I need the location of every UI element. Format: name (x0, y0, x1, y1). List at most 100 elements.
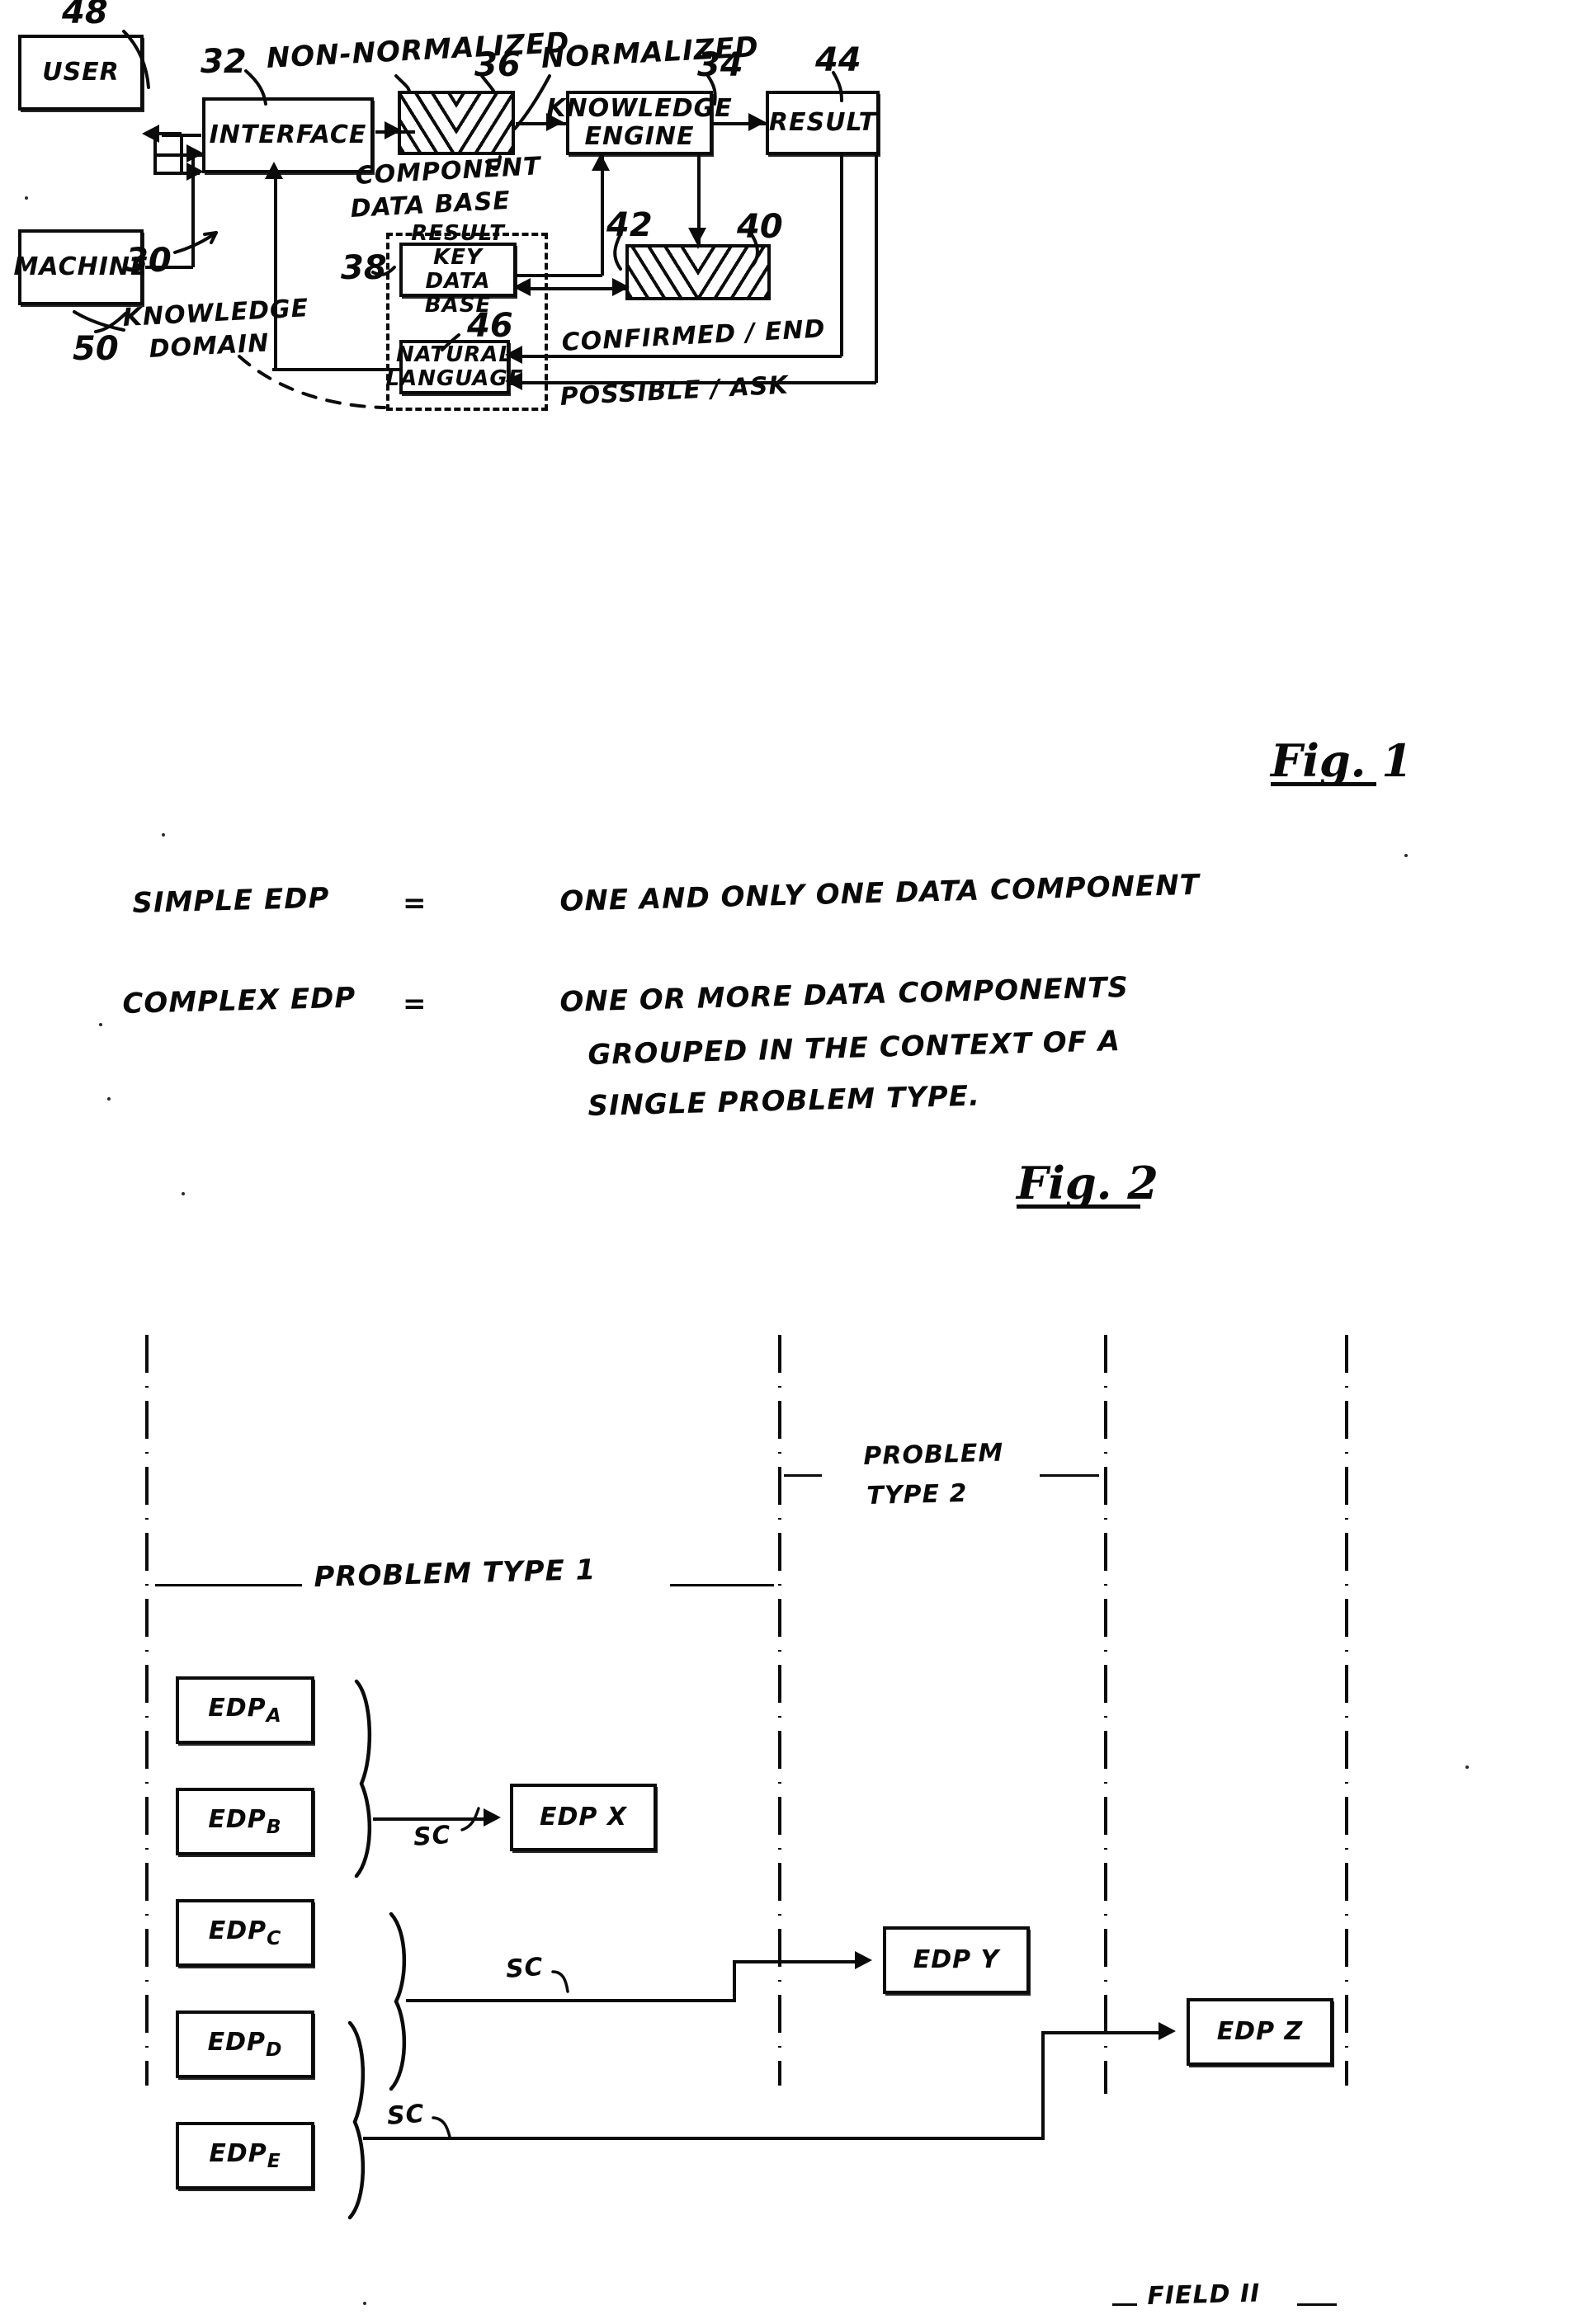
problemtype2-rule-left-seg (784, 1474, 822, 1477)
box-edp-b: EDPB (176, 1788, 314, 1855)
result-database-hatched (625, 244, 771, 300)
box-edp-a-base: EDP (208, 1693, 267, 1723)
transform-2-line-v (733, 1960, 736, 2001)
box-edp-y-sub: Y (980, 1945, 1000, 1975)
box-edp-b-sub: B (266, 1814, 282, 1838)
transform-3-line-h1 (363, 2137, 1045, 2140)
box-result-key-database-label-line1: RESULT KEY (411, 220, 505, 270)
box-edp-x-base: EDP (540, 1803, 598, 1832)
field2-rule-left (1112, 2303, 1137, 2306)
box-interface: INTERFACE (202, 97, 374, 173)
ref-numeral-50: 50 (73, 330, 119, 368)
patent-drawing-sheet: USER 48 MACHINE 50 INTERFACE 32 NON-NORM… (0, 0, 1595, 2324)
problem-type-2-label-line1: PROBLEM (862, 1438, 1004, 1471)
ref-numeral-40: 40 (737, 208, 783, 246)
box-edp-x-label: EDP X (540, 1803, 627, 1831)
definition-2-equals: = (403, 988, 427, 1021)
transform-2-line-h2 (733, 1960, 865, 1963)
connector-machine-out (145, 266, 193, 269)
arrowhead-user-to-interface (186, 163, 204, 181)
label-non-normalized: NON-NORMALIZED (265, 26, 571, 75)
box-edp-a-label: EDPA (208, 1695, 282, 1726)
ref-numeral-30: 30 (125, 242, 172, 280)
ref-numeral-44: 44 (815, 41, 861, 79)
box-edp-z-base: EDP (1216, 2017, 1276, 2047)
leader-50 (73, 310, 125, 332)
transform-3-line-v (1041, 2031, 1045, 2140)
figure-1-caption: Fig. 1 (1271, 734, 1413, 787)
ref-numeral-48: 48 (62, 0, 108, 31)
figure-2-caption: Fig. 2 (1017, 1157, 1158, 1209)
box-edp-y-label: EDP Y (913, 1946, 1000, 1974)
ref-numeral-42: 42 (606, 206, 653, 244)
box-edp-d-base: EDP (207, 2027, 266, 2057)
arrowhead-interface-to-componentdb (385, 121, 402, 139)
sc-hook-2 (551, 1970, 569, 1993)
transform-3-line-h2 (1041, 2031, 1167, 2034)
connector-possible-ask (513, 381, 876, 384)
box-edp-d-label: EDPD (208, 2029, 283, 2060)
box-edp-e: EDPE (176, 2122, 314, 2190)
connector-possible-ask-vertical (875, 155, 878, 383)
problem-type-2-label-line2: TYPE 2 (866, 1478, 968, 1511)
definition-1-term: SIMPLE EDP (131, 881, 330, 920)
box-edp-y: EDP Y (883, 1926, 1030, 1994)
box-result-label: RESULT (768, 108, 877, 138)
box-edp-x-sub: X (606, 1803, 627, 1832)
problemtype2-rule-right-seg (1040, 1474, 1099, 1477)
hatch-section-right (456, 94, 512, 152)
paper-speck (25, 196, 28, 200)
connector-resultkeydb-up (601, 155, 604, 276)
leader-knowledge-domain-dashed (238, 355, 386, 409)
box-edp-d-sub: D (265, 2037, 283, 2061)
box-edp-z-sub: Z (1284, 2017, 1304, 2047)
box-user-label: USER (42, 58, 120, 87)
ref-numeral-36: 36 (474, 46, 521, 84)
box-interface-label: INTERFACE (209, 120, 367, 150)
box-edp-e-base: EDP (209, 2138, 267, 2168)
paper-speck (1465, 1765, 1469, 1769)
box-natural-language-label-line2: LANGUAGE (385, 366, 524, 391)
box-edp-c-base: EDP (208, 1916, 267, 1945)
component-database-hatched (398, 91, 515, 155)
connector-nl-to-interface-v (274, 175, 277, 370)
definition-2-term: COMPLEX EDP (121, 981, 356, 1021)
ref-numeral-32: 32 (201, 43, 247, 81)
transform-label-sc-2: SC (504, 1952, 545, 1984)
definition-1-body-line-1: ONE AND ONLY ONE DATA COMPONENT (559, 868, 1201, 918)
problem-type-1-label: PROBLEM TYPE 1 (313, 1553, 597, 1594)
sc-hook-3 (432, 2116, 451, 2138)
box-edp-c-sub: C (267, 1926, 282, 1949)
label-component-database-line1: COMPONENT (354, 152, 542, 191)
box-natural-language-label-line1: NATURAL (396, 342, 513, 367)
arrowhead-nl-to-interface (265, 162, 283, 179)
connector-confirmed-end (513, 355, 842, 358)
connector-resultkeydb-right (517, 274, 602, 277)
label-confirmed-end: CONFIRMED / END (560, 314, 827, 357)
box-edp-b-label: EDPB (208, 1806, 281, 1837)
box-natural-language: NATURAL LANGUAGE (386, 340, 522, 394)
boundary-field2-right (1345, 1335, 1348, 2086)
box-edp-e-sub: E (267, 2148, 281, 2172)
box-knowledge-engine-label-line2: ENGINE (584, 122, 695, 151)
box-edp-z-label: EDP Z (1217, 2018, 1304, 2046)
hatch-section-left (401, 94, 456, 152)
arrowhead-componentdb-to-engine (546, 113, 564, 131)
brace-c-d (389, 1912, 407, 2091)
box-knowledge-engine-label-line1: KNOWLEDGE (546, 94, 733, 124)
box-edp-c: EDPC (176, 1899, 314, 1967)
transform-1-line (373, 1817, 493, 1821)
transform-1-arrowhead (484, 1808, 501, 1827)
box-edp-a: EDPA (176, 1676, 314, 1744)
paper-speck (162, 833, 165, 837)
definition-1-equals: = (403, 887, 427, 920)
paper-speck (1404, 854, 1408, 857)
boundary-field1-field2 (1104, 1335, 1107, 2094)
connector-machine-up (191, 153, 195, 267)
transform-2-line-h1 (406, 1999, 736, 2002)
figure-2: SIMPLE EDP = ONE AND ONLY ONE DATA COMPO… (0, 858, 1595, 1270)
brace-d-e (347, 2020, 366, 2220)
box-edp-b-base: EDP (208, 1804, 267, 1834)
figure-2-caption-text: Fig. 2 (1017, 1157, 1158, 1209)
label-knowledge-domain-line1: KNOWLEDGE (121, 294, 309, 332)
